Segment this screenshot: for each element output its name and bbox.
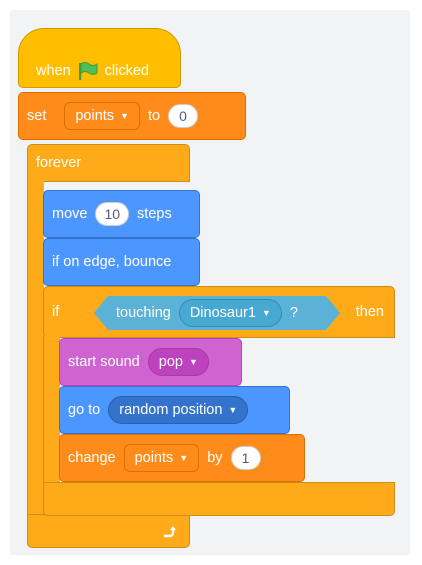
loop-arrow-icon xyxy=(161,523,177,539)
bounce-block[interactable]: if on edge, bounce xyxy=(43,238,200,286)
then-label: then xyxy=(355,304,384,320)
if-label: if xyxy=(52,304,60,320)
chevron-down-icon: ▼ xyxy=(228,405,238,415)
forever-label: forever xyxy=(36,155,82,171)
touching-label: touching xyxy=(116,305,171,321)
change-label: change xyxy=(68,450,116,466)
if-left-arm xyxy=(43,336,60,484)
chevron-down-icon: ▼ xyxy=(188,357,198,367)
sound-name: pop xyxy=(158,354,183,370)
position-dropdown[interactable]: random position ▼ xyxy=(108,396,249,424)
variable-name: points xyxy=(75,108,115,124)
when-label: when xyxy=(36,63,71,79)
change-variable-block[interactable]: change points ▼ by 1 xyxy=(59,434,305,482)
steps-input[interactable]: 10 xyxy=(95,202,130,226)
green-flag-icon xyxy=(77,61,99,81)
start-sound-block[interactable]: start sound pop ▼ xyxy=(59,338,242,386)
set-label: set xyxy=(27,108,47,124)
go-to-block[interactable]: go to random position ▼ xyxy=(59,386,290,434)
variable-name: points xyxy=(134,450,174,466)
forever-footer xyxy=(27,514,190,548)
steps-label: steps xyxy=(137,206,172,222)
question-mark: ? xyxy=(289,305,298,321)
to-label: to xyxy=(147,108,161,124)
bounce-label: if on edge, bounce xyxy=(52,254,172,270)
variable-dropdown[interactable]: points ▼ xyxy=(123,444,200,472)
change-value-input[interactable]: 1 xyxy=(230,446,261,470)
if-footer xyxy=(43,482,395,516)
forever-left-arm xyxy=(27,180,44,515)
start-sound-label: start sound xyxy=(68,354,140,370)
set-value-input[interactable]: 0 xyxy=(168,104,199,128)
touching-target: Dinosaur1 xyxy=(189,305,256,321)
touching-condition[interactable]: touching Dinosaur1 ▼ ? xyxy=(94,296,340,330)
set-variable-block[interactable]: set points ▼ to 0 xyxy=(18,92,246,140)
chevron-down-icon: ▼ xyxy=(120,111,129,121)
go-to-label: go to xyxy=(68,402,101,418)
chevron-down-icon: ▼ xyxy=(179,453,189,463)
clicked-label: clicked xyxy=(104,63,149,79)
variable-dropdown[interactable]: points ▼ xyxy=(64,102,140,130)
position-value: random position xyxy=(119,402,223,418)
move-label: move xyxy=(52,206,88,222)
move-steps-block[interactable]: move 10 steps xyxy=(43,190,200,238)
chevron-down-icon: ▼ xyxy=(261,308,271,318)
forever-block[interactable]: forever xyxy=(27,144,190,182)
by-label: by xyxy=(207,450,223,466)
hat-content: when clicked xyxy=(28,58,149,84)
touching-target-dropdown[interactable]: Dinosaur1 ▼ xyxy=(179,299,282,327)
sound-dropdown[interactable]: pop ▼ xyxy=(147,348,209,376)
